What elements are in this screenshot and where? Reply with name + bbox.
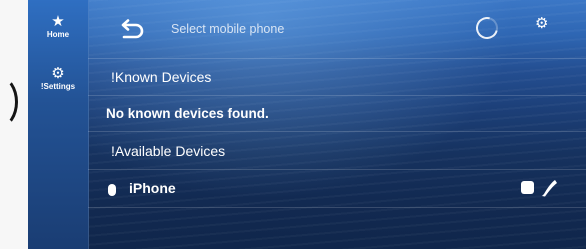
phone-icon [108,184,116,196]
header: Select mobile phone ⚙ [88,0,586,58]
no-devices-message: No known devices found. [106,106,269,121]
device-status-icon [521,181,534,194]
list-item: !Known Devices [88,58,586,95]
sidebar-item-settings[interactable]: ⚙ !Settings [28,66,88,92]
sidebar-item-label: !Settings [40,82,76,91]
device-name: iPhone [129,180,176,196]
bezel [0,0,28,249]
known-devices-heading: !Known Devices [111,69,212,85]
back-button[interactable] [116,18,146,44]
list-item: No known devices found. [88,95,586,131]
device-row-iphone[interactable]: iPhone [88,169,586,207]
available-devices-heading: !Available Devices [111,143,226,159]
settings-icon: ⚙ [51,65,65,82]
volume-knob-edge [0,76,18,128]
sidebar-item-label: Home [46,30,70,39]
phone-call-icon[interactable] [538,177,560,199]
settings-icon[interactable]: ⚙ [535,14,548,32]
sidebar: ★ Home ⚙ !Settings [28,0,89,249]
sidebar-item-home[interactable]: ★ Home [28,14,88,40]
display-frame: ★ Home ⚙ !Settings Select mobile phone ⚙… [0,0,586,249]
page-title: Select mobile phone [171,22,285,36]
star-icon: ★ [51,13,65,30]
loading-spinner-icon [471,12,503,44]
back-arrow-icon [121,19,144,39]
infotainment-screen: ★ Home ⚙ !Settings Select mobile phone ⚙… [28,0,586,249]
list-spacer [88,207,586,249]
list-item: !Available Devices [88,131,586,169]
